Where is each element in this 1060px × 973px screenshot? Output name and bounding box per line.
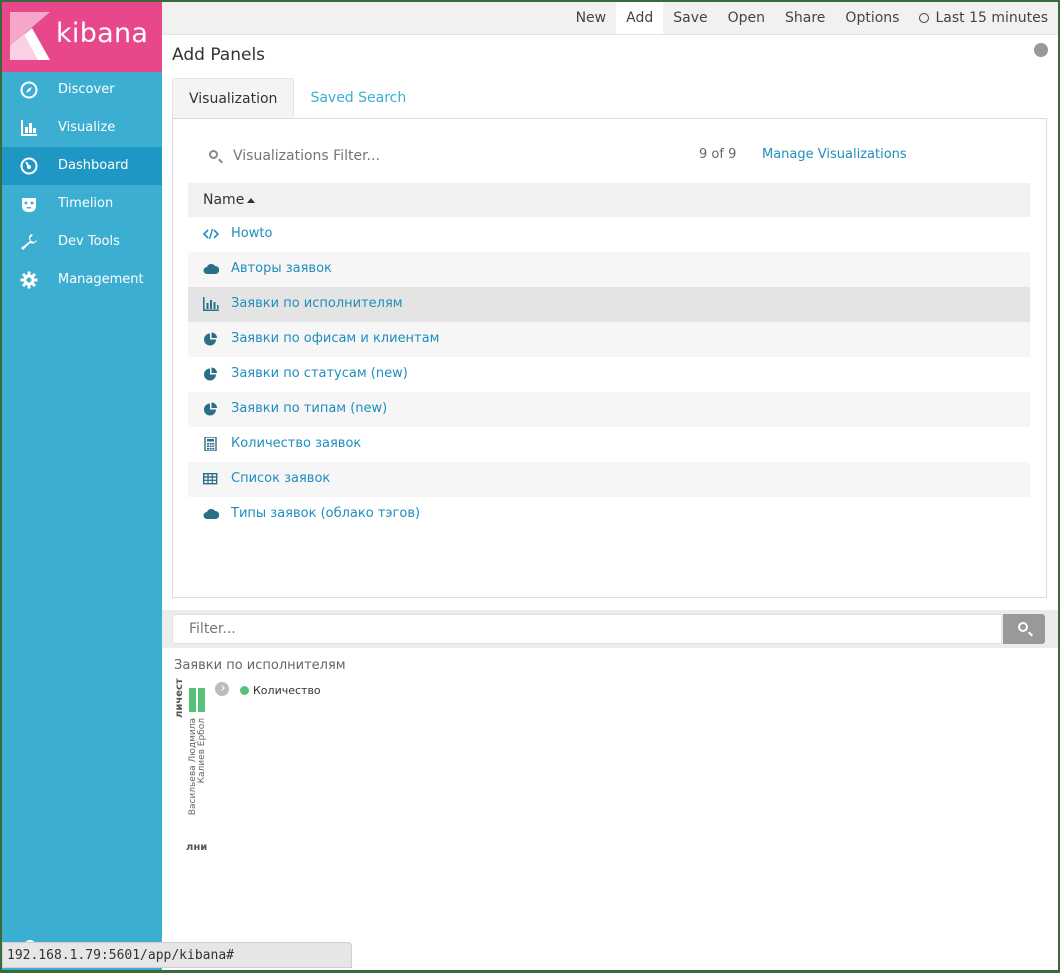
sidebar-item-timelion[interactable]: Timelion bbox=[2, 185, 162, 223]
x-tick-label: Калиев Ербол bbox=[197, 718, 207, 783]
sort-ascending-icon bbox=[247, 198, 255, 203]
timelion-icon bbox=[22, 198, 36, 212]
open-button[interactable]: Open bbox=[718, 2, 775, 34]
code-icon bbox=[203, 228, 219, 240]
search-button[interactable] bbox=[1003, 614, 1045, 644]
legend-label: Количество bbox=[253, 684, 321, 697]
pie-chart-icon bbox=[204, 402, 217, 416]
calculator-icon bbox=[204, 437, 217, 451]
list-item[interactable]: Заявки по офисам и клиентам bbox=[188, 322, 1030, 357]
bar-chart: личестВасильева Людмила Калиев Ерболлни bbox=[174, 678, 207, 853]
top-nav: New Add Save Open Share Options Last 15 … bbox=[162, 2, 1058, 35]
bar[interactable] bbox=[198, 688, 205, 712]
visualizations-filter-input[interactable] bbox=[233, 145, 553, 167]
list-item[interactable]: Список заявок bbox=[188, 462, 1030, 497]
time-picker-label: Last 15 minutes bbox=[935, 10, 1048, 26]
sidebar-nav: Discover Visualize Dashboard Timelion De… bbox=[2, 71, 162, 299]
list-item-label: Типы заявок (облако тэгов) bbox=[231, 506, 421, 521]
column-header-label: Name bbox=[203, 192, 245, 208]
cloud-icon bbox=[203, 509, 219, 519]
top-nav-menu: New Add Save Open Share Options Last 15 … bbox=[566, 2, 1058, 34]
dashboard-gauge-icon bbox=[20, 157, 38, 175]
sidebar-item-label: Visualize bbox=[58, 120, 116, 135]
table-header-name[interactable]: Name bbox=[188, 183, 1030, 217]
table-icon bbox=[203, 473, 218, 485]
y-axis-label: личест bbox=[174, 678, 185, 718]
visualizations-filter bbox=[207, 145, 567, 167]
sidebar-item-dev-tools[interactable]: Dev Tools bbox=[2, 223, 162, 261]
sidebar-item-label: Discover bbox=[58, 82, 115, 97]
list-item[interactable]: Заявки по статусам (new) bbox=[188, 357, 1030, 392]
list-item[interactable]: Количество заявок bbox=[188, 427, 1030, 462]
options-button[interactable]: Options bbox=[835, 2, 909, 34]
query-bar bbox=[162, 610, 1058, 648]
compass-icon bbox=[20, 81, 38, 99]
list-item-label: Заявки по типам (new) bbox=[231, 401, 388, 416]
sidebar-item-label: Dashboard bbox=[58, 158, 129, 173]
query-filter-input[interactable] bbox=[172, 614, 1002, 644]
chart-legend[interactable]: Количество bbox=[240, 684, 321, 697]
bar-chart-icon bbox=[21, 120, 37, 136]
tab-visualization[interactable]: Visualization bbox=[172, 78, 295, 118]
list-item-label: Заявки по офисам и клиентам bbox=[231, 331, 440, 346]
visualization-list: Howto Авторы заявок Заявки по исполнител… bbox=[188, 217, 1030, 532]
list-item[interactable]: Заявки по исполнителям bbox=[188, 287, 1030, 322]
list-item[interactable]: Заявки по типам (new) bbox=[188, 392, 1030, 427]
search-icon bbox=[209, 150, 218, 159]
main-content: New Add Save Open Share Options Last 15 … bbox=[162, 2, 1058, 970]
share-button[interactable]: Share bbox=[775, 2, 835, 34]
sidebar-item-discover[interactable]: Discover bbox=[2, 71, 162, 109]
browser-window: kibana Discover Visualize Dashboard Time… bbox=[2, 2, 1058, 970]
list-item-label: Список заявок bbox=[231, 471, 331, 486]
sidebar: kibana Discover Visualize Dashboard Time… bbox=[2, 2, 162, 970]
clock-icon bbox=[919, 13, 930, 23]
list-item-label: Заявки по исполнителям bbox=[231, 296, 403, 311]
kibana-logo-icon bbox=[10, 12, 50, 60]
gear-icon bbox=[20, 271, 38, 289]
list-item-label: Авторы заявок bbox=[231, 261, 332, 276]
time-picker-button[interactable]: Last 15 minutes bbox=[909, 2, 1058, 34]
list-item-label: Заявки по статусам (new) bbox=[231, 366, 408, 381]
legend-toggle-icon[interactable] bbox=[215, 682, 229, 696]
sidebar-item-dashboard[interactable]: Dashboard bbox=[2, 147, 162, 185]
visualization-list-panel: 9 of 9 Manage Visualizations Name Howto … bbox=[172, 118, 1047, 598]
visualization-title: Заявки по исполнителям bbox=[174, 658, 346, 673]
cloud-icon bbox=[203, 264, 219, 274]
pie-chart-icon bbox=[204, 332, 217, 346]
legend-color-dot bbox=[240, 686, 249, 695]
sidebar-item-visualize[interactable]: Visualize bbox=[2, 109, 162, 147]
result-count: 9 of 9 bbox=[699, 147, 737, 162]
panel-tabs: Visualization Saved Search bbox=[172, 78, 422, 118]
wrench-icon bbox=[21, 234, 37, 250]
kibana-wordmark: kibana bbox=[56, 18, 149, 49]
sidebar-item-label: Timelion bbox=[58, 196, 114, 211]
list-item[interactable]: Howto bbox=[188, 217, 1030, 252]
search-icon bbox=[1018, 622, 1028, 632]
list-item[interactable]: Авторы заявок bbox=[188, 252, 1030, 287]
add-button[interactable]: Add bbox=[616, 2, 664, 34]
sidebar-item-management[interactable]: Management bbox=[2, 261, 162, 299]
x-axis-label: лни bbox=[186, 842, 207, 853]
list-item-label: Количество заявок bbox=[231, 436, 362, 451]
bar[interactable] bbox=[189, 688, 196, 712]
save-button[interactable]: Save bbox=[663, 2, 717, 34]
collapse-panel-icon[interactable] bbox=[1034, 43, 1048, 57]
tab-saved-search[interactable]: Saved Search bbox=[294, 78, 422, 118]
new-button[interactable]: New bbox=[566, 2, 617, 34]
list-item-label: Howto bbox=[231, 226, 273, 241]
sidebar-item-label: Management bbox=[58, 272, 144, 287]
pie-chart-icon bbox=[204, 367, 217, 381]
kibana-logo[interactable]: kibana bbox=[2, 2, 162, 72]
sidebar-item-label: Dev Tools bbox=[58, 234, 120, 249]
bar-chart-icon bbox=[203, 297, 219, 311]
manage-visualizations-link[interactable]: Manage Visualizations bbox=[762, 147, 907, 162]
status-bar-url: 192.168.1.79:5601/app/kibana# bbox=[2, 942, 352, 968]
page-title: Add Panels bbox=[172, 45, 266, 65]
list-item[interactable]: Типы заявок (облако тэгов) bbox=[188, 497, 1030, 532]
